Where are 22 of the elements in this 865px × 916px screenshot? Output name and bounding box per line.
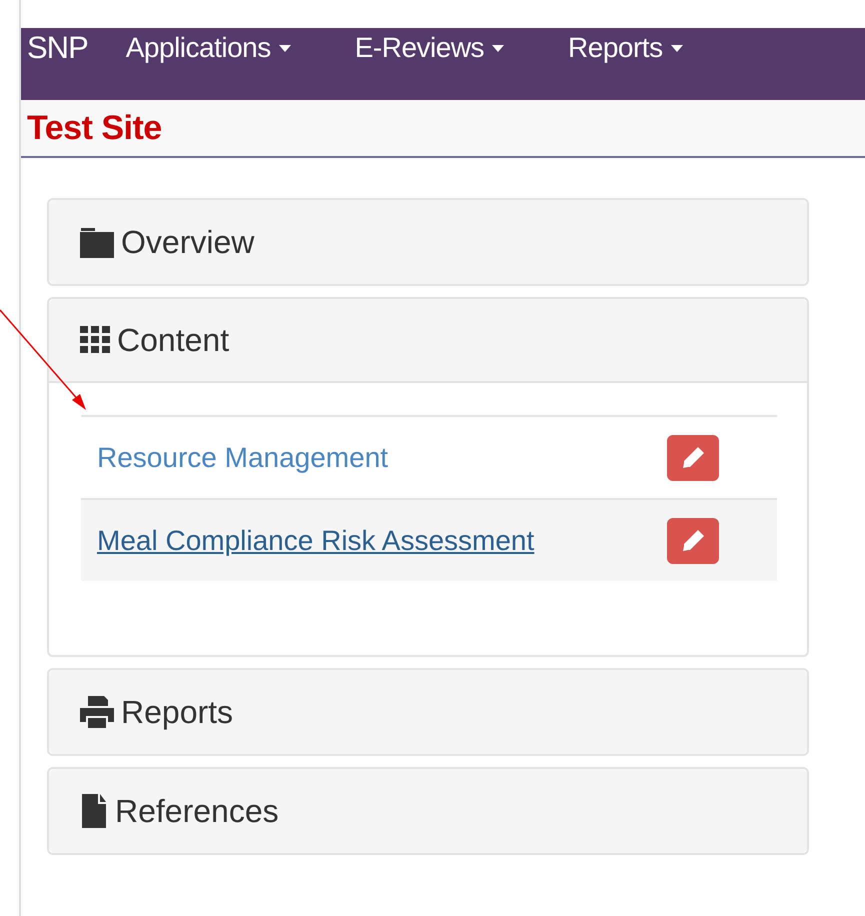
- panel-header[interactable]: References: [49, 769, 807, 853]
- pencil-icon: [680, 444, 706, 470]
- caret-icon: [492, 44, 504, 52]
- site-title: Test Site: [27, 108, 162, 148]
- caret-icon: [278, 44, 291, 52]
- edit-button[interactable]: [667, 434, 719, 480]
- grid-icon: [79, 325, 111, 355]
- nav-menu[interactable]: Reports: [568, 28, 683, 68]
- nav-menu[interactable]: E-Reviews: [354, 28, 504, 68]
- pencil-icon: [680, 528, 706, 554]
- panel-header[interactable]: Content: [49, 299, 807, 383]
- edit-button[interactable]: [667, 518, 719, 564]
- item-link[interactable]: Resource Management: [97, 436, 388, 478]
- item-link[interactable]: Meal Compliance Risk Assessment: [97, 520, 534, 562]
- folder-icon: [79, 226, 115, 258]
- brand-name[interactable]: SNP: [19, 28, 88, 68]
- printer-icon: [79, 695, 115, 729]
- document-icon: [79, 793, 109, 829]
- caret-icon: [670, 44, 683, 52]
- panel-header[interactable]: Reports: [49, 670, 807, 754]
- nav-menu[interactable]: Applications: [126, 28, 291, 68]
- panel-header[interactable]: Overview: [49, 200, 807, 284]
